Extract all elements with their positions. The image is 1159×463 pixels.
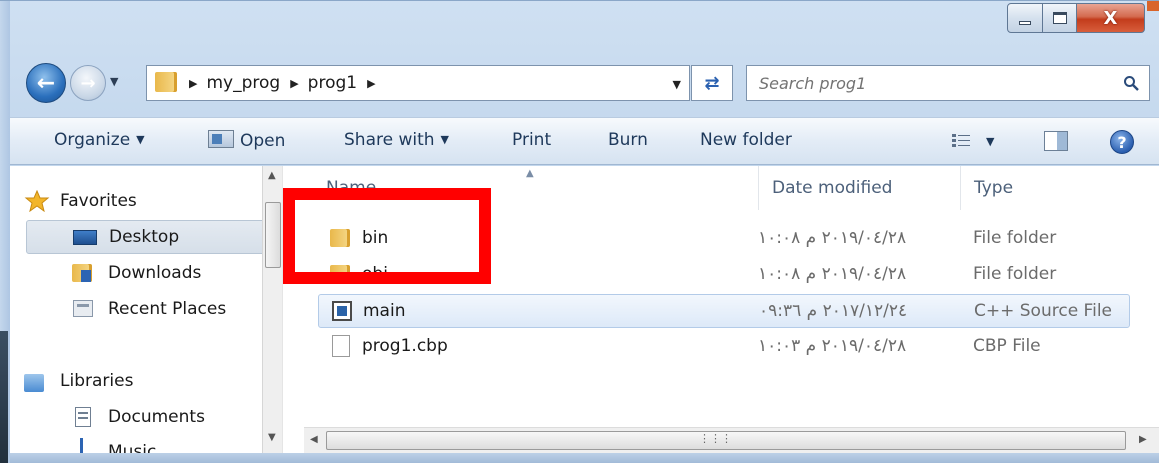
open-button[interactable]: Open <box>208 130 285 151</box>
file-type: C++ Source File <box>974 301 1113 321</box>
background-corner <box>1147 1 1159 11</box>
nav-favorites-label: Favorites <box>60 191 137 211</box>
command-bar: Organize ▼ Open Share with ▼ Print Burn Ne… <box>10 117 1159 165</box>
share-with-menu[interactable]: Share with ▼ <box>344 130 449 150</box>
nav-scrollbar[interactable]: ▲ ▼ <box>262 166 282 463</box>
horizontal-scrollbar[interactable]: ◀ ⋮⋮⋮ ▶ <box>304 427 1159 453</box>
file-name: prog1.cbp <box>362 336 448 356</box>
highlight-annotation <box>283 188 491 284</box>
back-arrow-icon: ← <box>36 70 56 96</box>
crumb-prog1[interactable]: prog1 <box>308 73 357 93</box>
burn-button[interactable]: Burn <box>608 130 648 150</box>
magnifier-icon[interactable] <box>1123 75 1139 91</box>
table-row[interactable]: prog1.cbp ٢٠١٩/٠٤/٢٨ م ١٠:٠٣ CBP File <box>318 330 1130 364</box>
file-type: CBP File <box>973 336 1041 356</box>
nav-libraries[interactable]: Libraries <box>24 364 134 398</box>
caption-buttons: X <box>1007 3 1145 33</box>
print-button[interactable]: Print <box>512 130 551 150</box>
forward-button[interactable]: → <box>70 65 106 101</box>
minimize-button[interactable] <box>1007 3 1043 33</box>
organize-label: Organize <box>54 130 131 150</box>
horizontal-scroll-thumb[interactable]: ⋮⋮⋮ <box>326 431 1126 450</box>
crumb-separator-icon[interactable]: ▶ <box>290 77 298 90</box>
grip-icon: ⋮⋮⋮ <box>699 432 732 445</box>
star-icon <box>24 190 50 212</box>
file-date: ٢٠١٧/١٢/٢٤ م ٠٩:٣٦ <box>759 301 908 321</box>
table-row-selected[interactable]: main ٢٠١٧/١٢/٢٤ م ٠٩:٣٦ C++ Source File <box>318 294 1130 328</box>
maximize-icon <box>1052 12 1067 24</box>
downloads-icon <box>72 262 98 284</box>
forward-arrow-icon: → <box>80 72 96 94</box>
scroll-down-icon[interactable]: ▼ <box>268 432 276 443</box>
column-date-label: Date modified <box>772 178 893 198</box>
crumb-separator-icon[interactable]: ▶ <box>367 77 375 90</box>
nav-documents-label: Documents <box>108 407 205 427</box>
open-label: Open <box>240 131 286 151</box>
open-icon <box>208 130 234 148</box>
documents-icon <box>72 406 98 428</box>
navigation-pane: Favorites Desktop Downloads Recent Place… <box>10 166 276 463</box>
scroll-left-icon[interactable]: ◀ <box>310 434 318 445</box>
nav-libraries-label: Libraries <box>60 371 134 391</box>
folder-icon <box>153 71 179 95</box>
column-header-type[interactable]: Type <box>974 178 1013 198</box>
column-divider[interactable] <box>758 166 759 210</box>
file-name: main <box>363 301 406 321</box>
column-header-date[interactable]: Date modified <box>772 178 892 198</box>
refresh-button[interactable]: ⇄ <box>691 65 733 101</box>
maximize-button[interactable] <box>1043 3 1077 33</box>
share-with-label: Share with <box>344 130 435 150</box>
file-date: ٢٠١٩/٠٤/٢٨ م ١٠:٠٨ <box>758 228 907 248</box>
recent-pages-dropdown[interactable]: ▼ <box>110 75 118 88</box>
nav-downloads-label: Downloads <box>108 263 202 283</box>
close-button[interactable]: X <box>1077 3 1145 33</box>
views-dropdown-icon[interactable]: ▼ <box>986 135 994 148</box>
chevron-down-icon: ▼ <box>136 133 145 146</box>
cpp-source-icon <box>331 300 353 322</box>
file-type: File folder <box>973 228 1057 248</box>
nav-desktop[interactable]: Desktop <box>26 220 276 254</box>
scroll-up-icon[interactable]: ▲ <box>268 170 276 181</box>
nav-recent-places[interactable]: Recent Places <box>72 292 226 326</box>
background-strip <box>0 331 8 463</box>
new-folder-button[interactable]: New folder <box>700 130 792 150</box>
nav-recent-places-label: Recent Places <box>108 299 227 319</box>
new-folder-label: New folder <box>700 130 792 150</box>
print-label: Print <box>512 130 552 150</box>
nav-downloads[interactable]: Downloads <box>72 256 201 290</box>
crumb-separator-icon[interactable]: ▶ <box>189 77 197 90</box>
file-icon <box>330 335 352 357</box>
nav-favorites[interactable]: Favorites <box>24 184 137 218</box>
nav-desktop-label: Desktop <box>109 227 180 247</box>
crumb-my-prog[interactable]: my_prog <box>206 73 280 93</box>
preview-pane-icon[interactable] <box>1044 131 1068 151</box>
burn-label: Burn <box>608 130 648 150</box>
back-button[interactable]: ← <box>26 63 66 103</box>
organize-menu[interactable]: Organize ▼ <box>54 130 145 150</box>
column-type-label: Type <box>974 178 1014 198</box>
libraries-icon <box>24 370 50 392</box>
file-date: ٢٠١٩/٠٤/٢٨ م ١٠:٠٣ <box>758 336 907 356</box>
close-icon: X <box>1103 7 1118 29</box>
explorer-window: X ← → ▼ ▶ my_prog ▶ prog1 ▶ ▼ ⇄ Search p… <box>0 0 1159 463</box>
address-dropdown-icon[interactable]: ▼ <box>673 78 681 91</box>
search-input[interactable]: Search prog1 <box>746 65 1150 101</box>
scroll-right-icon[interactable]: ▶ <box>1139 434 1147 445</box>
chevron-down-icon: ▼ <box>440 133 449 146</box>
file-date: ٢٠١٩/٠٤/٢٨ م ١٠:٠٨ <box>758 264 907 284</box>
column-divider[interactable] <box>960 166 961 210</box>
address-bar[interactable]: ▶ my_prog ▶ prog1 ▶ ▼ <box>146 65 690 101</box>
recent-places-icon <box>72 298 98 320</box>
refresh-icon: ⇄ <box>704 72 720 94</box>
change-view-icon[interactable] <box>952 133 970 149</box>
window-bottom-edge <box>10 453 1159 463</box>
search-placeholder: Search prog1 <box>759 73 867 93</box>
nav-scroll-thumb[interactable] <box>265 202 281 268</box>
minimize-icon <box>1019 21 1031 25</box>
nav-documents[interactable]: Documents <box>72 400 205 434</box>
sort-ascending-icon: ▲ <box>526 168 534 179</box>
file-type: File folder <box>973 264 1057 284</box>
desktop-icon <box>73 226 99 248</box>
help-icon[interactable]: ? <box>1110 130 1134 154</box>
